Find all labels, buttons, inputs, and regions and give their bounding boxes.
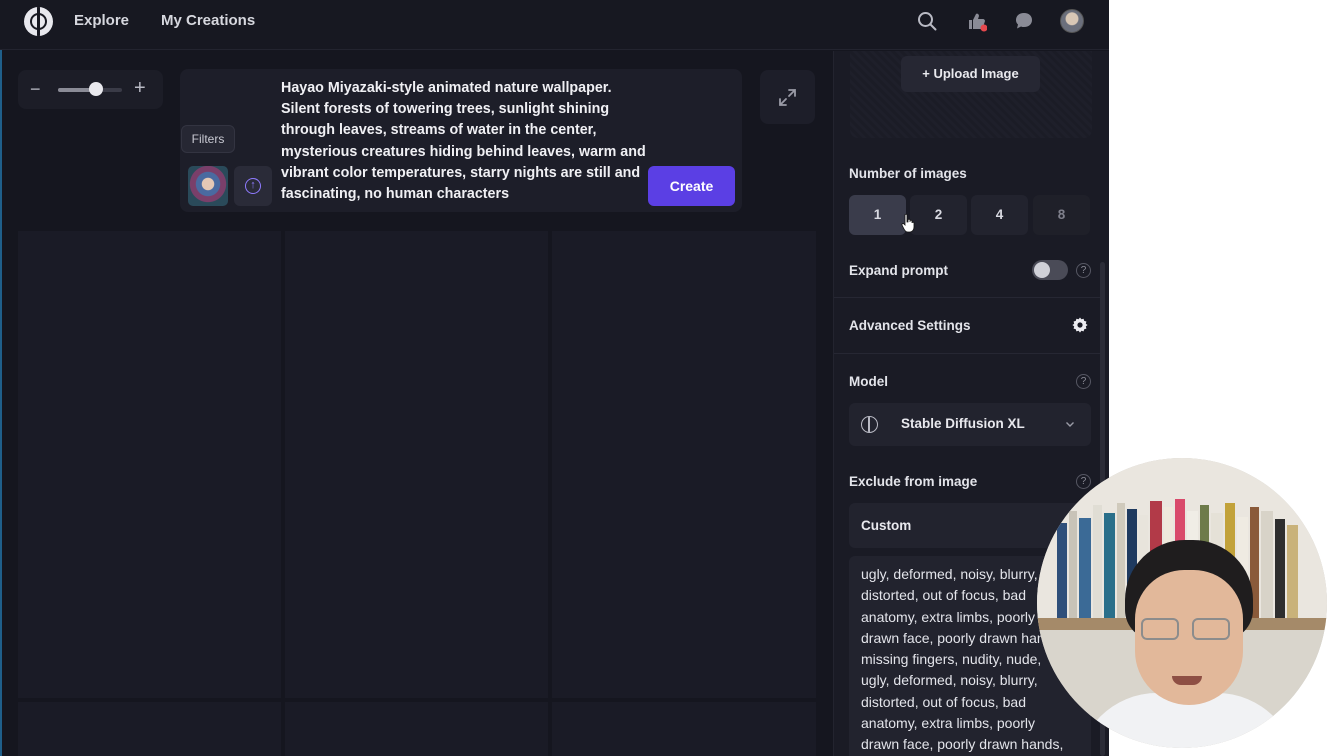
- logo-bar: [37, 7, 40, 36]
- count-option-1[interactable]: 1: [849, 195, 906, 235]
- expand-arrows-icon: [779, 89, 796, 106]
- negative-prompt-text: ugly, deformed, noisy, blurry, distorted…: [861, 566, 1063, 753]
- prompt-card: Hayao Miyazaki-style animated nature wal…: [180, 69, 742, 212]
- image-slot[interactable]: [552, 231, 816, 698]
- exclude-from-image-label: Exclude from image: [849, 474, 978, 489]
- zoom-control: − +: [18, 70, 163, 109]
- chevron-down-icon: [1066, 422, 1074, 427]
- prompt-input[interactable]: Hayao Miyazaki-style animated nature wal…: [281, 78, 651, 205]
- image-slot[interactable]: [18, 231, 281, 698]
- avatar[interactable]: [1060, 9, 1084, 33]
- nav-my-creations[interactable]: My Creations: [161, 12, 255, 29]
- top-bar: Explore My Creations: [0, 0, 1109, 50]
- image-slot[interactable]: [18, 702, 281, 756]
- logo-icon[interactable]: [24, 7, 53, 36]
- style-thumbnail[interactable]: [188, 166, 228, 206]
- number-of-images-label: Number of images: [849, 166, 967, 181]
- model-name: Stable Diffusion XL: [901, 416, 1025, 431]
- image-upload-button[interactable]: ↑: [234, 166, 272, 206]
- model-logo-icon: [861, 416, 878, 433]
- image-slot[interactable]: [285, 231, 548, 698]
- expand-button[interactable]: [760, 70, 815, 124]
- nav-explore[interactable]: Explore: [74, 12, 129, 29]
- thumbs-up-icon[interactable]: [965, 10, 987, 32]
- expand-prompt-toggle[interactable]: [1032, 260, 1068, 280]
- question-icon[interactable]: ?: [1076, 374, 1091, 389]
- advanced-settings-label[interactable]: Advanced Settings: [849, 318, 971, 333]
- search-icon[interactable]: [916, 10, 938, 32]
- webcam-overlay: [1037, 458, 1327, 748]
- count-option-2[interactable]: 2: [910, 195, 967, 235]
- zoom-out-button[interactable]: −: [30, 79, 41, 99]
- zoom-in-button[interactable]: +: [134, 78, 146, 98]
- gear-icon[interactable]: [1072, 317, 1088, 333]
- divider: [834, 297, 1100, 298]
- count-option-4[interactable]: 4: [971, 195, 1028, 235]
- count-option-8[interactable]: 8: [1033, 195, 1090, 235]
- create-button[interactable]: Create: [648, 166, 735, 206]
- window-edge: [0, 0, 2, 756]
- image-slot[interactable]: [285, 702, 548, 756]
- hand-cursor-icon: [901, 213, 915, 233]
- exclude-mode-value: Custom: [861, 518, 912, 533]
- question-icon[interactable]: ?: [1076, 263, 1091, 278]
- upload-arrow-icon: ↑: [245, 178, 261, 194]
- zoom-slider-thumb[interactable]: [89, 82, 104, 96]
- model-select[interactable]: Stable Diffusion XL: [849, 403, 1091, 446]
- upload-image-button[interactable]: + Upload Image: [901, 56, 1040, 92]
- image-slot[interactable]: [552, 702, 816, 756]
- glasses: [1141, 618, 1179, 640]
- expand-prompt-label: Expand prompt: [849, 263, 949, 278]
- chat-bubble-icon[interactable]: [1013, 10, 1035, 32]
- person-mouth: [1172, 676, 1202, 685]
- filters-tooltip: Filters: [181, 125, 235, 153]
- glasses: [1192, 618, 1230, 640]
- toggle-knob: [1034, 262, 1050, 278]
- model-label: Model: [849, 374, 888, 389]
- divider: [834, 353, 1100, 354]
